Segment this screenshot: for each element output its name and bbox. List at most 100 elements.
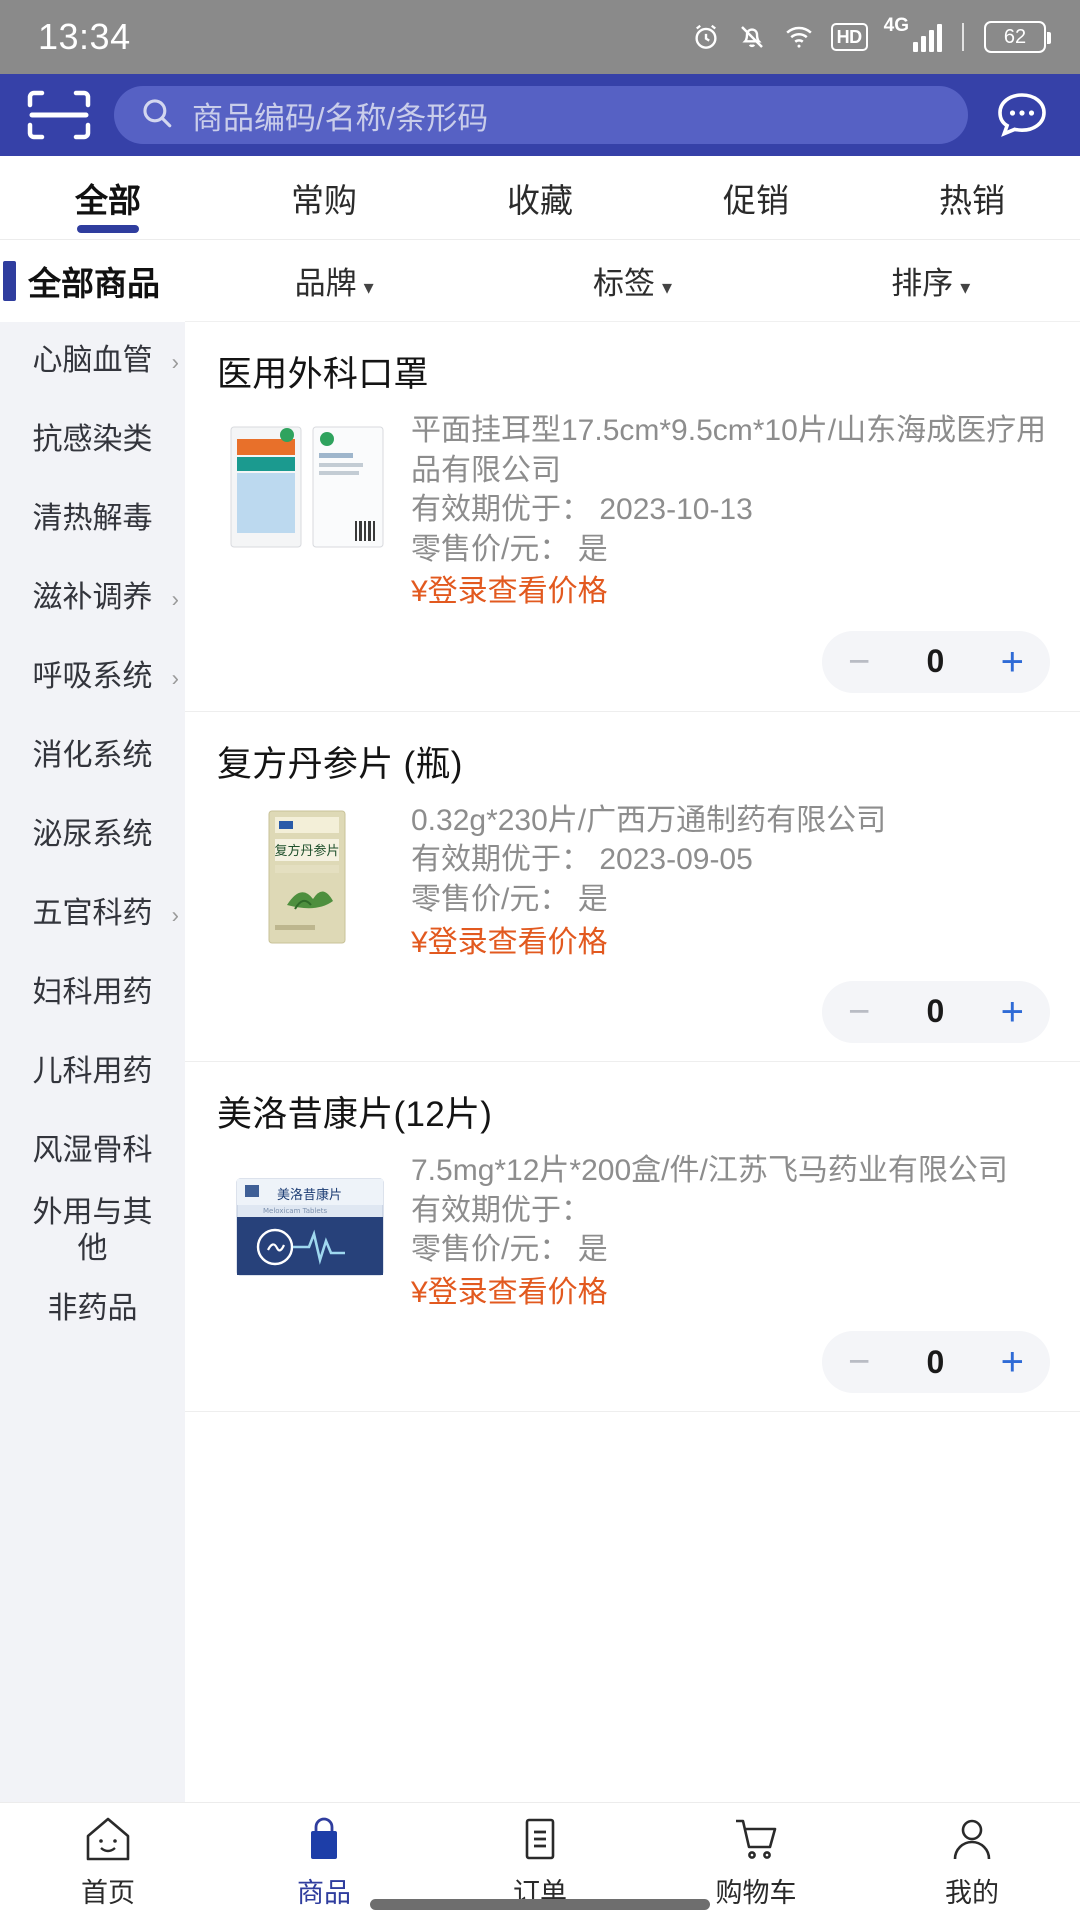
tab-frequent[interactable]: 常购 [216, 156, 432, 239]
sidebar-item-tonic[interactable]: 滋补调养 › [0, 559, 185, 638]
search-icon [140, 96, 174, 135]
nav-item-profile[interactable]: 我的 [864, 1813, 1080, 1910]
product-price-login-prompt[interactable]: ¥登录查看价格 [411, 571, 1050, 612]
chat-bubble-icon[interactable] [990, 83, 1054, 147]
product-expiry-label: 有效期优于： [411, 1193, 591, 1227]
search-input[interactable]: 商品编码/名称/条形码 [114, 86, 968, 144]
home-indicator [370, 1899, 710, 1910]
chevron-down-icon: ▾ [960, 277, 971, 299]
nav-item-products[interactable]: 商品 [216, 1813, 432, 1910]
sidebar-item-digestive[interactable]: 消化系统 [0, 717, 185, 796]
product-retail-label: 零售价/元： [411, 1233, 570, 1267]
quantity-value[interactable]: 0 [927, 643, 945, 680]
sidebar-item-external-other[interactable]: 外用与其他 [0, 1191, 185, 1270]
increase-quantity-button[interactable]: + [1001, 992, 1024, 1032]
sidebar-item-label: 清热解毒 [32, 502, 153, 536]
product-retail-value: 是 [577, 1233, 608, 1267]
product-thumbnail[interactable]: 美洛昔康片 Meloxicam Tablets [217, 1150, 397, 1303]
status-time: 13:34 [38, 16, 131, 57]
user-profile-icon [946, 1813, 998, 1865]
filter-sort[interactable]: 排序 ▾ [782, 258, 1080, 303]
tab-all[interactable]: 全部 [0, 156, 216, 239]
tab-promotion[interactable]: 促销 [648, 156, 864, 239]
category-tab-bar: 全部 常购 收藏 促销 热销 [0, 156, 1080, 240]
decrease-quantity-button[interactable]: − [848, 993, 870, 1031]
alarm-icon [691, 22, 721, 52]
product-retail-label: 零售价/元： [411, 532, 570, 566]
quantity-stepper[interactable]: − 0 + [822, 630, 1050, 693]
decrease-quantity-button[interactable]: − [848, 643, 870, 681]
quantity-stepper[interactable]: − 0 + [822, 1331, 1050, 1394]
product-retail-value: 是 [577, 882, 608, 916]
nav-item-orders[interactable]: 订单 [432, 1813, 648, 1910]
increase-quantity-button[interactable]: + [1001, 1342, 1024, 1382]
sidebar-accent-bar [3, 261, 16, 301]
battery-icon: 62 [984, 21, 1051, 53]
product-card[interactable]: 美洛昔康片(12片) 美洛昔康片 Meloxicam Tablets 7.5mg… [185, 1062, 1080, 1413]
sidebar-item-label: 心脑血管 [32, 344, 153, 378]
product-name: 美洛昔康片(12片) [217, 1094, 493, 1134]
sidebar-item-gynecology[interactable]: 妇科用药 [0, 954, 185, 1033]
product-price-login-prompt[interactable]: ¥登录查看价格 [411, 1272, 1050, 1313]
status-icons: HD 4G 62 [691, 15, 1051, 53]
quantity-value[interactable]: 0 [927, 993, 945, 1030]
signal-bars [913, 22, 942, 52]
tab-favorites[interactable]: 收藏 [432, 156, 648, 239]
sidebar-item-cardiovascular[interactable]: 心脑血管 › [0, 322, 185, 401]
sidebar-item-heat-clearing[interactable]: 清热解毒 [0, 480, 185, 559]
product-details: 平面挂耳型17.5cm*9.5cm*10片/山东海成医疗用品有限公司 有效期优于… [411, 411, 1050, 613]
category-sidebar[interactable]: 全部商品 心脑血管 › 抗感染类 清热解毒 滋补调养 › 呼吸系统 › 消化系统… [0, 240, 185, 1802]
sidebar-item-non-drug[interactable]: 非药品 [0, 1270, 185, 1349]
meloxicam-tablet-box-icon: 美洛昔康片 Meloxicam Tablets [217, 1150, 397, 1303]
product-card[interactable]: 医用外科口罩 平面挂耳型17.5cm*9.5cm*10片/山东海成医疗用品有限公… [185, 322, 1080, 712]
quantity-stepper[interactable]: − 0 + [822, 980, 1050, 1043]
nav-item-home[interactable]: 首页 [0, 1813, 216, 1910]
product-name: 医用外科口罩 [217, 355, 429, 394]
product-spec: 7.5mg*12片*200盒/件/江苏飞马药业有限公司 [411, 1153, 1008, 1187]
product-thumbnail[interactable]: 复方丹参片 [217, 800, 397, 953]
product-card[interactable]: 复方丹参片 (瓶) 复方丹参片 0.32g*230片/广西万通制药有限公司 有效… [185, 712, 1080, 1062]
sidebar-item-pediatrics[interactable]: 儿科用药 [0, 1033, 185, 1112]
product-retail-value: 是 [577, 532, 608, 566]
nav-label: 购物车 [715, 1878, 797, 1908]
chevron-right-icon: › [171, 664, 179, 690]
sidebar-item-ent[interactable]: 五官科药 › [0, 875, 185, 954]
sidebar-item-rheumatology[interactable]: 风湿骨科 [0, 1112, 185, 1191]
scan-icon[interactable] [26, 87, 92, 143]
nav-label: 首页 [81, 1878, 135, 1908]
bottom-navigation: 首页 商品 订单 购物车 我的 [0, 1802, 1080, 1920]
sidebar-item-anti-infection[interactable]: 抗感染类 [0, 401, 185, 480]
product-expiry: 有效期优于： [411, 1191, 1050, 1231]
sidebar-item-urinary[interactable]: 泌尿系统 [0, 796, 185, 875]
battery-level: 62 [1003, 25, 1027, 48]
sidebar-item-label: 妇科用药 [32, 976, 153, 1010]
sidebar-item-respiratory[interactable]: 呼吸系统 › [0, 638, 185, 717]
filter-tag[interactable]: 标签 ▾ [483, 258, 781, 303]
sidebar-item-label: 泌尿系统 [32, 818, 153, 852]
filter-brand[interactable]: 品牌 ▾ [185, 258, 483, 303]
shopping-bag-icon [298, 1813, 350, 1865]
product-expiry-label: 有效期优于： [411, 493, 591, 527]
product-retail-label: 零售价/元： [411, 882, 570, 916]
nav-item-cart[interactable]: 购物车 [648, 1813, 864, 1910]
product-details: 7.5mg*12片*200盒/件/江苏飞马药业有限公司 有效期优于： 零售价/元… [411, 1151, 1050, 1313]
search-header: 商品编码/名称/条形码 [0, 74, 1080, 156]
nav-label: 我的 [945, 1878, 999, 1908]
status-bar: 13:34 HD 4G 62 [0, 0, 1080, 74]
increase-quantity-button[interactable]: + [1001, 642, 1024, 682]
filter-brand-label: 品牌 [294, 266, 357, 301]
sidebar-item-label: 风湿骨科 [32, 1134, 153, 1168]
quantity-value[interactable]: 0 [927, 1344, 945, 1381]
product-name: 复方丹参片 (瓶) [217, 744, 463, 784]
product-thumbnail[interactable] [217, 411, 397, 563]
sidebar-item-label: 滋补调养 [32, 581, 153, 615]
product-retail-price: 零售价/元： 是 [411, 530, 1050, 570]
product-retail-price: 零售价/元： 是 [411, 1230, 1050, 1270]
svg-text:Meloxicam Tablets: Meloxicam Tablets [263, 1207, 327, 1215]
product-price-login-prompt[interactable]: ¥登录查看价格 [411, 922, 1050, 963]
product-expiry: 有效期优于： 2023-10-13 [411, 490, 1050, 530]
tab-hot[interactable]: 热销 [864, 156, 1080, 239]
decrease-quantity-button[interactable]: − [848, 1343, 870, 1381]
product-expiry: 有效期优于： 2023-09-05 [411, 840, 1050, 880]
status-divider [962, 23, 964, 51]
